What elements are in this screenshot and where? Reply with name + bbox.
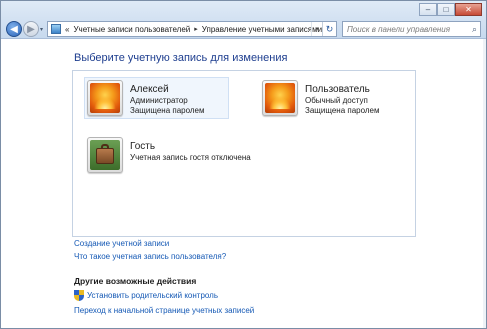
briefcase-picture: [90, 140, 120, 170]
recent-pages-button[interactable]: ▾: [40, 26, 43, 33]
breadcrumb-manage-accounts[interactable]: Управление учетными записями: [202, 25, 322, 34]
avatar: [262, 80, 298, 116]
avatar: [87, 80, 123, 116]
window-edge: [483, 39, 486, 328]
account-type: Обычный доступ: [305, 96, 368, 105]
minimize-button[interactable]: –: [419, 3, 437, 16]
search-icon[interactable]: ⌕: [472, 24, 477, 35]
account-status: Защищена паролем: [130, 106, 205, 115]
page-title: Выберите учетную запись для изменения: [74, 52, 288, 64]
account-name: Пользователь: [305, 84, 370, 95]
what-is-account-link[interactable]: Что такое учетная запись пользователя?: [74, 252, 226, 261]
breadcrumb-overflow[interactable]: «: [65, 25, 69, 34]
search-box[interactable]: Поиск в панели управления ⌕: [342, 21, 481, 37]
chevron-down-icon: ▾: [40, 27, 44, 33]
account-name: Гость: [130, 141, 156, 152]
close-button[interactable]: ✕: [455, 3, 482, 16]
account-info: Алексей Администратор Защищена паролем: [130, 80, 204, 116]
address-bar-controls: ▾ ↻: [311, 22, 336, 36]
account-type: Администратор: [130, 96, 188, 105]
account-tile-user[interactable]: Пользователь Обычный доступ Защищена пар…: [259, 77, 404, 119]
breadcrumb-user-accounts[interactable]: Учетные записи пользователей: [73, 25, 190, 34]
forward-button[interactable]: ▶: [23, 21, 39, 37]
breadcrumb-separator-icon[interactable]: ▸: [194, 25, 198, 33]
home-link-row: Переход к начальной странице учетных зап…: [74, 306, 254, 315]
flower-picture: [265, 83, 295, 113]
arrow-right-icon: ▶: [27, 23, 35, 35]
address-bar[interactable]: « Учетные записи пользователей ▸ Управле…: [47, 21, 337, 37]
account-status: Учетная запись гостя отключена: [130, 153, 251, 162]
arrow-left-icon: ◀: [10, 23, 18, 35]
account-name: Алексей: [130, 84, 169, 95]
shield-icon: [74, 290, 84, 301]
title-bar: – □ ✕ ◀ ▶ ▾ « Учетные записи пользовател…: [1, 1, 486, 39]
back-button[interactable]: ◀: [6, 21, 22, 37]
parental-control-link[interactable]: Установить родительский контроль: [87, 291, 218, 300]
parental-control-row[interactable]: Установить родительский контроль: [74, 290, 218, 301]
flower-picture: [90, 83, 120, 113]
window-controls: – □ ✕: [419, 3, 482, 16]
search-input[interactable]: Поиск в панели управления: [347, 25, 450, 34]
account-tile-guest[interactable]: Гость Учетная запись гостя отключена: [84, 134, 254, 176]
main-content: Выберите учетную запись для изменения Ал…: [1, 39, 486, 328]
accounts-panel: Алексей Администратор Защищена паролем П…: [72, 70, 416, 237]
avatar: [87, 137, 123, 173]
address-dropdown-button[interactable]: ▾: [311, 22, 322, 36]
help-links: Что такое учетная запись пользователя?: [74, 252, 226, 261]
maximize-button[interactable]: □: [437, 3, 455, 16]
create-account-link[interactable]: Создание учетной записи: [74, 239, 169, 248]
other-actions-heading: Другие возможные действия: [74, 276, 197, 286]
accounts-home-link[interactable]: Переход к начальной странице учетных зап…: [74, 306, 254, 315]
control-panel-icon: [51, 24, 61, 34]
refresh-button[interactable]: ↻: [322, 22, 336, 36]
account-links: Создание учетной записи: [74, 239, 169, 248]
account-info: Пользователь Обычный доступ Защищена пар…: [305, 80, 379, 116]
account-info: Гость Учетная запись гостя отключена: [130, 137, 251, 163]
control-panel-window: – □ ✕ ◀ ▶ ▾ « Учетные записи пользовател…: [0, 0, 487, 329]
account-tile-aleksey[interactable]: Алексей Администратор Защищена паролем: [84, 77, 229, 119]
account-status: Защищена паролем: [305, 106, 380, 115]
